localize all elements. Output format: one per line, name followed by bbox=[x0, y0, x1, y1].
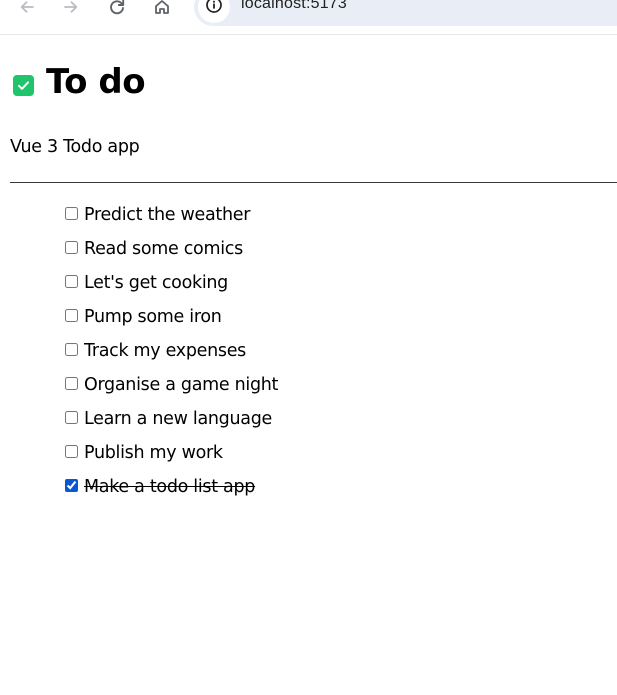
todo-label[interactable]: Learn a new language bbox=[84, 406, 272, 432]
page-title: To do bbox=[13, 62, 146, 102]
todo-item: Read some comics bbox=[64, 237, 278, 271]
todo-checkbox[interactable] bbox=[65, 411, 78, 424]
forward-button[interactable] bbox=[58, 0, 84, 20]
browser-toolbar: localhost:5173 bbox=[0, 0, 617, 35]
home-button[interactable] bbox=[149, 0, 175, 20]
todo-checkbox[interactable] bbox=[65, 275, 78, 288]
todo-checkbox[interactable] bbox=[65, 343, 78, 356]
todo-label[interactable]: Pump some iron bbox=[84, 304, 222, 330]
todo-label[interactable]: Predict the weather bbox=[84, 202, 250, 228]
checkmark-icon bbox=[13, 74, 34, 96]
home-icon bbox=[153, 0, 171, 16]
todo-checkbox[interactable] bbox=[65, 207, 78, 220]
reload-button[interactable] bbox=[104, 0, 130, 20]
todo-checkbox[interactable] bbox=[65, 479, 78, 492]
todo-item: Predict the weather bbox=[64, 203, 278, 237]
todo-checkbox[interactable] bbox=[65, 309, 78, 322]
todo-item: Publish my work bbox=[64, 441, 278, 475]
todo-item: Pump some iron bbox=[64, 305, 278, 339]
reload-icon bbox=[108, 0, 126, 16]
todo-label[interactable]: Read some comics bbox=[84, 236, 243, 262]
arrow-left-icon bbox=[18, 0, 36, 16]
info-icon bbox=[205, 0, 223, 18]
address-bar[interactable]: localhost:5173 bbox=[194, 0, 617, 26]
divider bbox=[10, 182, 617, 183]
title-text: To do bbox=[46, 62, 146, 102]
todo-checkbox[interactable] bbox=[65, 445, 78, 458]
todo-checkbox[interactable] bbox=[65, 241, 78, 254]
todo-item: Track my expenses bbox=[64, 339, 278, 373]
subtitle: Vue 3 Todo app bbox=[10, 137, 140, 157]
back-button[interactable] bbox=[14, 0, 40, 20]
site-info-button[interactable] bbox=[198, 0, 230, 23]
todo-item: Let's get cooking bbox=[64, 271, 278, 305]
arrow-right-icon bbox=[62, 0, 80, 16]
todo-checkbox[interactable] bbox=[65, 377, 78, 390]
todo-label[interactable]: Make a todo list app bbox=[84, 474, 255, 500]
todo-list: Predict the weather Read some comics Let… bbox=[64, 203, 278, 509]
todo-item: Make a todo list app bbox=[64, 475, 278, 509]
todo-item: Learn a new language bbox=[64, 407, 278, 441]
todo-label[interactable]: Publish my work bbox=[84, 440, 223, 466]
todo-item: Organise a game night bbox=[64, 373, 278, 407]
url-text[interactable]: localhost:5173 bbox=[241, 0, 347, 13]
todo-label[interactable]: Let's get cooking bbox=[84, 270, 228, 296]
todo-label[interactable]: Track my expenses bbox=[84, 338, 246, 364]
todo-label[interactable]: Organise a game night bbox=[84, 372, 278, 398]
